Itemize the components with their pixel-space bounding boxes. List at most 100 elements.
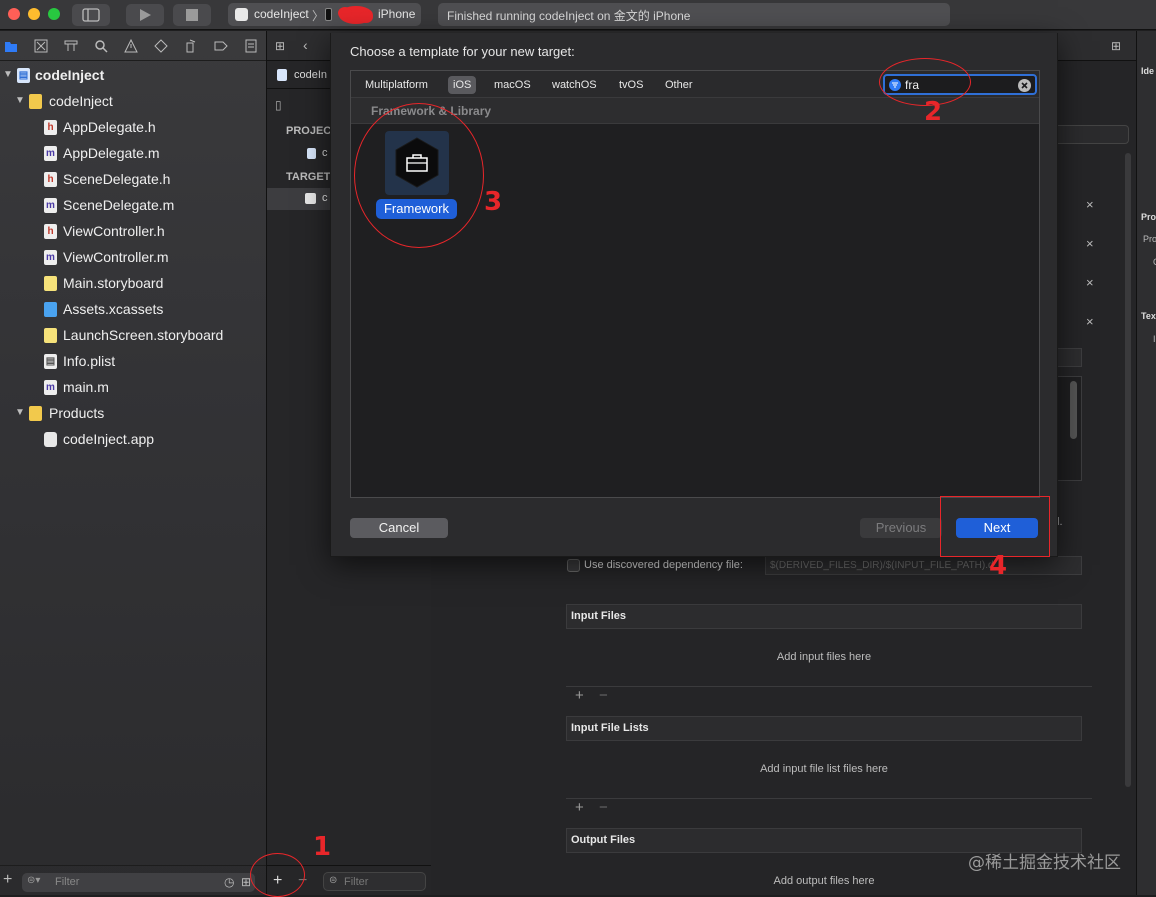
filter-placeholder: Filter xyxy=(344,876,369,888)
inspector-label: Pro xyxy=(1143,234,1156,244)
tab-other[interactable]: Other xyxy=(660,76,698,94)
tree-row-file[interactable]: m main.m xyxy=(0,374,266,400)
tree-row-file[interactable]: Main.storyboard xyxy=(0,270,266,296)
targets-filter-field[interactable]: ⊜ Filter xyxy=(323,872,426,891)
annotation-circle-1 xyxy=(250,853,305,897)
tab-multiplatform[interactable]: Multiplatform xyxy=(360,76,433,94)
dependency-file-field[interactable]: $(DERIVED_FILES_DIR)/$(INPUT_FILE_PATH).… xyxy=(765,556,1082,575)
report-icon[interactable] xyxy=(244,39,258,53)
project-file-icon xyxy=(277,69,287,81)
grid-icon[interactable]: ⊞ xyxy=(275,39,285,53)
tree-row-file[interactable]: h SceneDelegate.h xyxy=(0,166,266,192)
phases-filter-field[interactable] xyxy=(1051,125,1129,144)
tree-label: main.m xyxy=(63,379,109,395)
close-icon[interactable]: × xyxy=(1086,275,1094,290)
tree-label: codeInject xyxy=(49,93,113,109)
dependency-checkbox[interactable] xyxy=(567,559,580,572)
app-target-icon xyxy=(305,193,316,204)
tree-row-file[interactable]: m ViewController.m xyxy=(0,244,266,270)
minimize-window-button[interactable] xyxy=(28,8,40,20)
inspector-section-project: Pro xyxy=(1141,212,1156,222)
tree-row-file[interactable]: h AppDelegate.h xyxy=(0,114,266,140)
remove-input-file-button[interactable]: − xyxy=(599,687,608,704)
sidebar-toggle-icon[interactable]: ▯ xyxy=(275,98,282,112)
symbol-navigator-icon[interactable] xyxy=(64,39,78,53)
add-editor-icon[interactable]: ⊞ xyxy=(1111,39,1121,53)
navigator-bottom-bar: + ⊜▾ Filter ◷ ⊞ xyxy=(0,865,266,895)
divider xyxy=(566,798,1092,799)
navigator-toggle-button[interactable] xyxy=(72,4,110,26)
storyboard-file-icon xyxy=(44,328,57,343)
vertical-scrollbar[interactable] xyxy=(1125,153,1131,787)
stop-button[interactable] xyxy=(173,4,211,26)
folder-icon xyxy=(29,406,42,421)
project-item[interactable]: c xyxy=(322,147,328,159)
close-icon[interactable]: × xyxy=(1086,236,1094,251)
tab-watchos[interactable]: watchOS xyxy=(547,76,602,94)
close-icon[interactable]: × xyxy=(1086,314,1094,329)
tree-label: AppDelegate.h xyxy=(63,119,156,135)
tab-ios[interactable]: iOS xyxy=(448,76,477,94)
tab-macos[interactable]: macOS xyxy=(489,76,536,94)
tree-row-file[interactable]: ▤ Info.plist xyxy=(0,348,266,374)
tree-row-file[interactable]: Assets.xcassets xyxy=(0,296,266,322)
header-file-icon: h xyxy=(44,224,57,239)
navigator-filter-field[interactable]: ⊜▾ Filter ◷ ⊞ xyxy=(22,873,255,892)
debug-spray-icon[interactable] xyxy=(184,39,198,53)
tree-row-file[interactable]: codeInject.app xyxy=(0,426,266,452)
tree-row-file[interactable]: m AppDelegate.m xyxy=(0,140,266,166)
plist-file-icon: ▤ xyxy=(44,354,57,369)
app-target-icon xyxy=(235,8,248,21)
input-files-header: Input Files xyxy=(566,604,1082,629)
previous-button[interactable]: Previous xyxy=(860,518,942,538)
tree-row-file[interactable]: LaunchScreen.storyboard xyxy=(0,322,266,348)
run-button[interactable] xyxy=(126,4,164,26)
tree-row-group[interactable]: ▼ Products xyxy=(0,400,266,426)
tree-row-file[interactable]: m SceneDelegate.m xyxy=(0,192,266,218)
activity-status: Finished running codeInject on 金文的 iPhon… xyxy=(438,3,950,26)
clear-search-icon[interactable] xyxy=(1018,79,1031,92)
breakpoint-icon[interactable] xyxy=(214,39,228,53)
recent-files-icon[interactable]: ◷ xyxy=(224,875,234,889)
filter-placeholder: Filter xyxy=(55,876,80,888)
search-icon[interactable] xyxy=(94,39,108,53)
add-file-icon[interactable]: + xyxy=(3,871,12,889)
inspector-label: I xyxy=(1153,334,1156,344)
tab-tvos[interactable]: tvOS xyxy=(614,76,648,94)
tree-label: SceneDelegate.h xyxy=(63,171,171,187)
tree-label: AppDelegate.m xyxy=(63,145,160,161)
test-diamond-icon[interactable] xyxy=(154,39,168,53)
tree-label: codeInject.app xyxy=(63,431,155,447)
navigator-tab-bar xyxy=(0,31,266,61)
tree-row-project[interactable]: ▼ ▤ codeInject xyxy=(0,62,266,88)
disclosure-triangle-icon[interactable]: ▼ xyxy=(3,62,13,88)
iphone-icon xyxy=(325,8,332,21)
script-scroll-thumb[interactable] xyxy=(1070,381,1077,439)
disclosure-triangle-icon[interactable]: ▼ xyxy=(15,400,25,426)
device-label: iPhone xyxy=(378,7,416,21)
cancel-button[interactable]: Cancel xyxy=(350,518,448,538)
add-input-file-button[interactable]: + xyxy=(575,687,584,704)
storyboard-file-icon xyxy=(44,276,57,291)
tree-row-group[interactable]: ▼ codeInject xyxy=(0,88,266,114)
tree-row-file[interactable]: h ViewController.h xyxy=(0,218,266,244)
scheme-selector[interactable]: codeInject 〉 iPhone xyxy=(228,3,421,26)
warning-icon[interactable] xyxy=(124,38,138,53)
filter-icon: ⊜ xyxy=(329,875,338,886)
filter-icon: ⊜▾ xyxy=(27,875,41,886)
add-input-file-list-button[interactable]: + xyxy=(575,799,584,816)
inspector-section-text: Tex xyxy=(1141,311,1156,321)
close-icon[interactable]: × xyxy=(1086,197,1094,212)
remove-input-file-list-button[interactable]: − xyxy=(599,799,608,816)
source-control-icon[interactable] xyxy=(34,39,48,53)
zoom-window-button[interactable] xyxy=(48,8,60,20)
disclosure-triangle-icon[interactable]: ▼ xyxy=(15,88,25,114)
header-file-icon: h xyxy=(44,172,57,187)
window-toolbar: codeInject 〉 iPhone Finished running cod… xyxy=(0,0,1156,30)
folder-icon[interactable] xyxy=(4,39,18,53)
play-icon xyxy=(140,9,151,21)
back-chevron-icon[interactable]: ‹ xyxy=(303,37,308,53)
app-product-icon xyxy=(44,432,57,447)
tab-label: codeIn xyxy=(294,69,328,81)
close-window-button[interactable] xyxy=(8,8,20,20)
